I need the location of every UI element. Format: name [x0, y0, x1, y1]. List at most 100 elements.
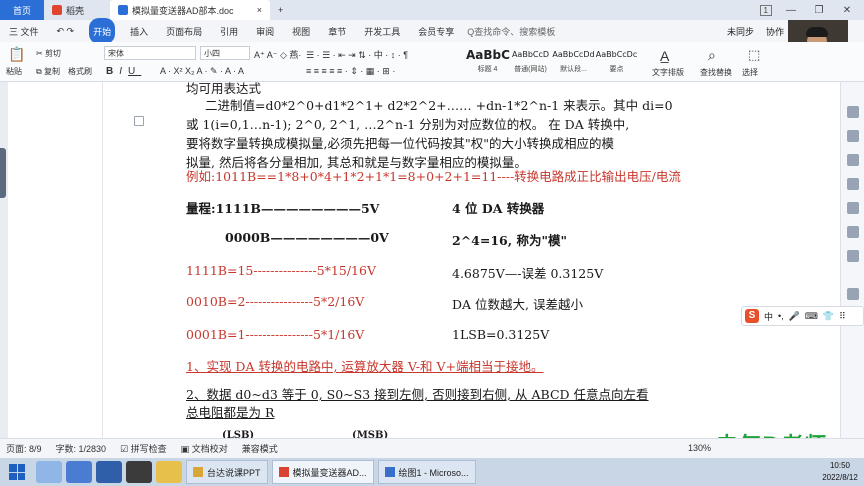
find-replace-button[interactable]: 查找替换 [700, 67, 732, 78]
tab-home[interactable]: 首页 [0, 0, 44, 20]
skin-icon[interactable]: 👕 [823, 311, 834, 322]
doc-example-line: 例如:1011B==1*8+0*4+1*2+1*1=8+0+2+1=11----… [186, 169, 681, 184]
bold-icon[interactable]: B [106, 66, 119, 77]
paste-button[interactable]: 粘贴 [6, 66, 22, 77]
tab-start[interactable]: 开始 [89, 18, 116, 44]
ime-lang[interactable]: 中 [764, 310, 773, 323]
doc-msb-label: (MSB) [352, 430, 389, 438]
style-key-point-sample: AaBbCcDc [595, 50, 638, 59]
style-heading4[interactable]: AaBbC 标题 4 [466, 46, 510, 78]
select-button[interactable]: 选择 [742, 67, 758, 78]
font-style-buttons[interactable]: BIU [106, 66, 141, 77]
mic-icon[interactable]: 🎤 [789, 311, 800, 322]
side-tool-icon-3[interactable] [847, 154, 859, 166]
side-tool-icon-1[interactable] [847, 106, 859, 118]
taskbar-window-ppt[interactable]: 台达说课PPT [186, 460, 268, 484]
text-layout-button[interactable]: 文字排版 [652, 67, 684, 78]
tab-review[interactable]: 审阅 [247, 25, 283, 38]
document-page[interactable]: 均可用表达式 二进制值=d0*2^0+d1*2^1+ d2*2^2+…… +dn… [0, 82, 840, 438]
explorer-app-icon[interactable] [66, 461, 92, 483]
close-window-icon[interactable]: ✕ [838, 5, 856, 16]
spell-check[interactable]: ☑ 拼写检查 [120, 442, 167, 455]
system-clock[interactable]: 10:50 2022/8/12 [818, 460, 862, 484]
side-tool-icon-7[interactable] [847, 250, 859, 262]
doc-proofread-label: 文档校对 [191, 444, 228, 454]
tab-developer[interactable]: 开发工具 [355, 25, 409, 38]
wps-window-icon [278, 467, 289, 477]
page-indicator[interactable]: 页面: 8/9 [6, 442, 42, 455]
paragraph-marker-icon[interactable] [134, 116, 144, 126]
zoom-level[interactable]: 130% [688, 443, 711, 453]
docer-icon [52, 5, 62, 15]
grid-icon[interactable]: ⠿ [839, 311, 846, 322]
tab-reference[interactable]: 引用 [211, 25, 247, 38]
doc-proofread[interactable]: ▣ 文档校对 [181, 442, 228, 455]
tab-page-layout[interactable]: 页面布局 [157, 25, 211, 38]
taskbar-window-visio-label: 绘图1 - Microso... [398, 467, 469, 478]
command-search[interactable]: Q查找命令、搜索模板 [467, 25, 555, 38]
punctuation-icon[interactable]: •, [778, 311, 784, 321]
style-key-point[interactable]: AaBbCcDc 要点 [595, 46, 638, 78]
new-tab-button[interactable]: + [270, 0, 291, 20]
minimize-icon[interactable]: — [782, 5, 800, 16]
ie-app-icon[interactable] [36, 461, 62, 483]
font-size-select[interactable]: 小四 [200, 46, 250, 60]
font-grow-icon[interactable]: A⁺ A⁻ ◇ 燕· [254, 48, 301, 61]
side-tool-icon-5[interactable] [847, 202, 859, 214]
tab-docer[interactable]: 稻壳 [44, 0, 110, 20]
ime-toolbar[interactable]: S 中 •, 🎤 ⌨ 👕 ⠿ [741, 306, 864, 326]
tab-member[interactable]: 会员专享 [409, 25, 463, 38]
style-default-para-sample: AaBbCcDd [552, 50, 595, 59]
cut-button[interactable]: ✂ 剪切 [36, 48, 61, 59]
taskbar-window-doc[interactable]: 模拟量变送器AD... [271, 460, 374, 484]
side-tool-icon-8[interactable] [847, 288, 859, 300]
style-normal-web[interactable]: AaBbCcD 普通(网站) [509, 46, 552, 78]
status-bar: 页面: 8/9 字数: 1/2830 ☑ 拼写检查 ▣ 文档校对 兼容模式 13… [0, 438, 864, 458]
style-heading4-label: 标题 4 [477, 66, 498, 73]
cooperate-button[interactable]: 协作 [766, 25, 784, 38]
close-tab-icon[interactable]: × [257, 5, 262, 15]
doc-0001b: 0001B=1----------------5*1/16V [186, 327, 365, 342]
scissors-icon: ✂ [36, 49, 43, 58]
format-painter-button[interactable]: 格式刷 [68, 66, 92, 77]
paste-icon[interactable]: 📋 [8, 46, 25, 63]
folder-app-icon[interactable] [156, 461, 182, 483]
word-doc-icon [118, 5, 128, 15]
tab-docer-label: 稻壳 [66, 5, 85, 16]
visio-window-icon [384, 467, 395, 477]
proof-icon: ▣ [180, 444, 190, 454]
cut-label: 剪切 [44, 49, 61, 58]
word-count[interactable]: 字数: 1/2830 [56, 442, 107, 455]
tab-insert[interactable]: 插入 [121, 25, 157, 38]
tab-section[interactable]: 章节 [319, 25, 355, 38]
copy-button[interactable]: ⧉ 复制 [36, 66, 60, 77]
font-effects-icons[interactable]: A · X² X₂ A · ✎ · A · A [160, 66, 244, 77]
side-tool-icon-6[interactable] [847, 226, 859, 238]
doc-4bit-da: 4 位 DA 转换器 [452, 201, 545, 216]
side-tool-icon-4[interactable] [847, 178, 859, 190]
style-default-para[interactable]: AaBbCcDd 默认段... [552, 46, 595, 78]
italic-icon[interactable]: I [119, 66, 128, 77]
side-tool-icon-2[interactable] [847, 130, 859, 142]
tab-document[interactable]: 模拟量变送器AD部本.doc × [110, 0, 270, 20]
sync-status[interactable]: 未同步 [727, 25, 754, 38]
style-key-point-label: 要点 [609, 66, 624, 73]
spell-check-label: 拼写检查 [130, 444, 167, 454]
underline-icon[interactable]: U [128, 66, 141, 77]
taskbar-window-visio[interactable]: 绘图1 - Microso... [377, 460, 476, 484]
font-name-select[interactable]: 宋体 [104, 46, 196, 60]
tab-view[interactable]: 视图 [283, 25, 319, 38]
keyboard-icon[interactable]: ⌨ [805, 311, 818, 322]
style-normal-web-sample: AaBbCcD [511, 50, 550, 59]
maximize-icon[interactable]: ❐ [810, 5, 828, 16]
presenter-hair [806, 27, 828, 37]
store-app-icon[interactable] [96, 461, 122, 483]
video-app-icon[interactable] [126, 461, 152, 483]
doc-modulus: 2^4=16, 称为"模" [452, 233, 567, 248]
align-icons[interactable]: ≡ ≡ ≡ ≡ ≡ · ⇕ · ▦ · ⊞ · [306, 66, 395, 77]
doc-range-line: 量程:1111B————————5V [186, 201, 380, 216]
windows-start-icon[interactable] [4, 459, 30, 485]
file-menu[interactable]: 三 文件 [0, 25, 48, 38]
list-icons[interactable]: ☰ · ☰ · ⇤ ⇥ ⇅ · 中 · ↕ · ¶ [306, 48, 408, 61]
undo-icon[interactable]: ↶ ↷ [48, 26, 84, 37]
